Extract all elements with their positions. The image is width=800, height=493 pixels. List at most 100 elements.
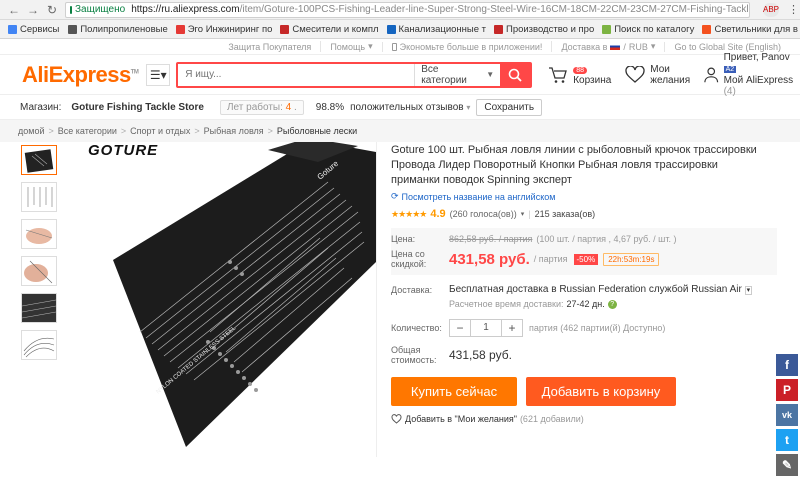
product-image[interactable]: GOTURE Goture NYLON COATED STAINLESS STE…	[58, 142, 376, 452]
reload-icon[interactable]: ↻	[46, 4, 58, 16]
quantity-available: партия (462 партии(й) Доступно)	[529, 323, 666, 333]
search-category-select[interactable]: Все категории ▼	[414, 63, 500, 86]
heart-plus-icon	[391, 414, 402, 424]
browser-menu-icon[interactable]: ⋮	[788, 3, 799, 16]
price-label: Цена:	[391, 234, 416, 244]
total-label-1: Общая	[391, 345, 421, 355]
original-price-row: Цена: 862,58 руб. / партия (100 шт. / па…	[391, 234, 777, 244]
pinterest-icon[interactable]: P	[776, 379, 798, 401]
breadcrumb-separator-icon: >	[267, 126, 273, 136]
action-buttons: Купить сейчас Добавить в корзину	[391, 377, 776, 406]
forward-icon[interactable]: →	[27, 4, 39, 16]
aliexpress-logo[interactable]: AliExpressTM	[22, 62, 139, 88]
delivery-currency-selector[interactable]: Доставка в / RUB ▾	[551, 41, 664, 52]
plus-icon[interactable]: +	[502, 321, 522, 335]
bookmark-item[interactable]: Сервисы	[4, 24, 62, 35]
store-years-badge: Лет работы: 4 .	[219, 99, 304, 115]
greeting-text: Привет, Panov	[723, 52, 790, 63]
bookmark-item[interactable]: Канализационные т	[383, 24, 488, 35]
positive-feedback-dropdown[interactable]: положительных отзывов ▾	[350, 102, 470, 113]
thumbnail-1[interactable]	[21, 145, 57, 175]
secure-label: Защищено	[75, 4, 126, 15]
breadcrumb-item[interactable]: Спорт и отдых	[130, 126, 190, 136]
search-button[interactable]	[500, 63, 531, 86]
account-link[interactable]: Привет, Panov A2 Мой AliExpress (4)	[704, 52, 800, 97]
twitter-icon[interactable]: t	[776, 429, 798, 451]
bookmark-favicon-icon	[493, 24, 503, 34]
delivery-selector[interactable]: Бесплатная доставка в Russian Federation…	[449, 284, 753, 295]
thumbnail-5[interactable]	[21, 293, 57, 323]
thumbnail-6[interactable]	[21, 330, 57, 360]
buy-now-button[interactable]: Купить сейчас	[391, 377, 517, 406]
minus-icon[interactable]: −	[450, 321, 470, 335]
bookmark-label: Поиск по каталогу	[614, 23, 695, 35]
vk-icon[interactable]: vk	[776, 404, 798, 426]
bookmark-item[interactable]: Смесители и компл	[276, 24, 380, 35]
global-site-link[interactable]: Go to Global Site (English)	[664, 41, 790, 52]
breadcrumb-item[interactable]: Все категории	[58, 126, 117, 136]
quantity-input[interactable]: 1	[470, 320, 502, 336]
bookmark-label: Полипропиленовые	[80, 23, 168, 35]
delivery-label: Доставка:	[391, 284, 433, 295]
thumbnail-3[interactable]	[21, 219, 57, 249]
thumbnail-2[interactable]	[21, 182, 57, 212]
breadcrumb-item[interactable]: домой	[18, 126, 44, 136]
chevron-down-icon: ▾	[520, 211, 525, 218]
edit-icon[interactable]: ✎	[776, 454, 798, 476]
add-to-cart-button[interactable]: Добавить в корзину	[526, 377, 676, 406]
account-count: (4)	[723, 86, 736, 97]
buyer-protection-link[interactable]: Защита Покупателя	[219, 42, 320, 52]
adblock-extension-icon[interactable]: ABP	[763, 2, 779, 17]
add-to-wishlist-link[interactable]: Добавить в "Мои желания" (621 добавили)	[391, 414, 776, 424]
wishlist-link[interactable]: Мои желания	[625, 64, 690, 86]
store-years-value: 4	[285, 101, 292, 113]
thumbnail-4[interactable]	[21, 256, 57, 286]
back-icon[interactable]: ←	[8, 4, 20, 16]
categories-menu-button[interactable]: ☰▾	[146, 63, 171, 86]
facebook-icon[interactable]: f	[776, 354, 798, 376]
image-thumbnails	[0, 142, 57, 457]
cart-link[interactable]: 88 Корзина	[548, 64, 611, 86]
quantity-stepper[interactable]: − 1 +	[449, 319, 523, 337]
social-share-bar: f Pvk t ✎	[776, 354, 798, 479]
bookmark-item[interactable]: Полипропиленовые	[64, 24, 169, 35]
top-utility-bar: Защита Покупателя Помощь ▾ Экономьте бол…	[0, 39, 800, 55]
bookmark-favicon-icon	[702, 24, 712, 34]
votes-link[interactable]: (260 голоса(ов))	[450, 209, 517, 219]
save-store-button[interactable]: Сохранить	[476, 98, 543, 116]
account-label: Мой AliExpress	[723, 75, 794, 86]
bookmark-item[interactable]: Производство и про	[490, 24, 596, 35]
orders-count: 215 заказа(ов)	[534, 209, 596, 219]
app-promo-link[interactable]: Экономьте больше в приложении!	[381, 41, 552, 52]
store-name-link[interactable]: Goture Fishing Tackle Store	[71, 102, 204, 113]
bookmark-item[interactable]: Эго Инжиниринг по	[172, 24, 275, 35]
delivery-text: Бесплатная доставка в Russian Federation…	[449, 284, 742, 295]
rating-value: 4.9	[430, 208, 446, 220]
rating-row: ★★★★★ 4.9 (260 голоса(ов)) ▾ | 215 заказ…	[391, 208, 776, 220]
positive-feedback-label: положительных отзывов	[350, 101, 464, 113]
discount-label-2: скидкой:	[391, 259, 427, 269]
info-icon[interactable]: ?	[607, 299, 617, 309]
bookmark-label: Смесители и компл	[292, 23, 379, 35]
total-price: 431,58 руб.	[449, 348, 512, 362]
show-original-label: Посмотреть название на английском	[401, 191, 556, 202]
russia-flag-icon	[610, 43, 621, 50]
help-link[interactable]: Помощь ▾	[320, 41, 381, 52]
bookmark-item[interactable]: Светильники для в	[698, 24, 800, 35]
heart-icon	[625, 65, 645, 83]
bookmark-label: Светильники для в	[714, 23, 798, 35]
total-row: Общая стоимость: 431,58 руб.	[391, 345, 776, 365]
help-label: Помощь	[330, 41, 366, 52]
bookmarks-bar: Сервисы Полипропиленовые Эго Инжиниринг по…	[0, 20, 800, 39]
show-original-title-link[interactable]: ⟳ Посмотреть название на английском	[391, 191, 776, 202]
breadcrumb-item[interactable]: Рыбная ловля	[204, 126, 264, 136]
positive-feedback-percent: 98.8%	[315, 101, 345, 113]
bookmark-item[interactable]: Поиск по каталогу	[598, 24, 696, 35]
search-input[interactable]	[178, 63, 415, 86]
wishlist-label-2: желания	[650, 74, 691, 86]
address-bar[interactable]: Защищено https://ru.aliexpress.com/item/…	[65, 1, 750, 18]
wishlist-count: (621 добавили)	[519, 414, 584, 424]
bookmark-label: Эго Инжиниринг по	[187, 23, 273, 35]
url-path: /item/Goture-100PCS-Fishing-Leader-line-…	[239, 4, 749, 15]
bookmark-favicon-icon	[175, 24, 185, 34]
